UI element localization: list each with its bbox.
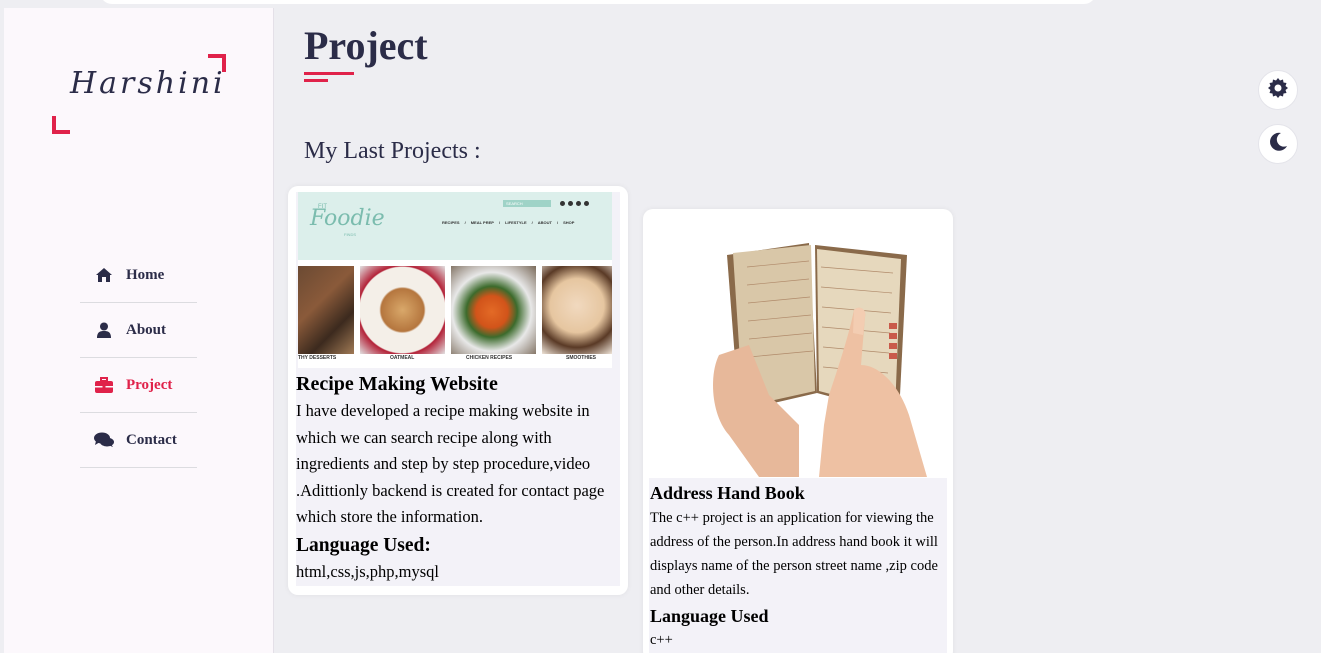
thumb-menu: RECIPES / MEAL PREP / LIFESTYLE / ABOUT / SH… (442, 220, 575, 225)
top-bar (100, 0, 1096, 4)
project-languages: html,css,js,php,mysql (296, 561, 440, 581)
nav-item-label: Contact (126, 431, 177, 448)
project-description: The c++ project is an application for vi… (650, 510, 938, 598)
address-book-image (713, 243, 927, 477)
thumb-brand-sub: FINDS (344, 232, 356, 237)
logo[interactable]: Harshini (52, 54, 226, 134)
settings-button[interactable] (1258, 70, 1298, 110)
briefcase-icon (94, 376, 114, 394)
thumb-social-icons (560, 201, 589, 206)
main-content: Project My Last Projects : FIT Foodie FI… (274, 8, 1321, 653)
logo-text: Harshini (70, 66, 226, 101)
thumb-search: SEARCH (503, 200, 551, 207)
project-image (649, 215, 947, 478)
main-nav: Home About Project Contact (80, 248, 197, 468)
nav-item-project[interactable]: Project (80, 358, 197, 413)
thumb-header: FIT Foodie FINDS SEARCH RECIPES / MEAL P… (298, 192, 612, 260)
thumb-oatmeal-image (360, 266, 445, 354)
gear-icon (1268, 77, 1288, 103)
theme-toggle-button[interactable] (1258, 124, 1298, 164)
project-title: Address Hand Book (650, 483, 805, 503)
moon-icon (1268, 132, 1288, 157)
project-thumbnail: FIT Foodie FINDS SEARCH RECIPES / MEAL P… (298, 192, 612, 368)
project-title: Recipe Making Website (296, 373, 498, 395)
nav-item-about[interactable]: About (80, 303, 197, 358)
nav-item-home[interactable]: Home (80, 248, 197, 303)
home-icon (94, 266, 114, 284)
thumb-smoothie-image (542, 266, 612, 354)
nav-item-label: Project (126, 376, 173, 393)
user-icon (94, 321, 114, 339)
project-languages: c++ (650, 632, 673, 648)
nav-item-label: About (126, 321, 167, 338)
thumb-food-row (298, 266, 612, 354)
project-card-body: Address Hand Book The c++ project is an … (649, 478, 947, 653)
nav-item-label: Home (126, 266, 165, 283)
comments-icon (94, 431, 114, 449)
logo-corner-bottom-left (52, 116, 70, 134)
nav-item-contact[interactable]: Contact (80, 413, 197, 468)
page-title: Project (304, 23, 428, 68)
project-card-body: FIT Foodie FINDS SEARCH RECIPES / MEAL P… (296, 192, 620, 586)
sidebar: Harshini Home About Project Contact (4, 8, 274, 653)
title-underline (304, 72, 354, 82)
project-description: I have developed a recipe making website… (296, 401, 605, 526)
project-card[interactable]: FIT Foodie FINDS SEARCH RECIPES / MEAL P… (288, 186, 628, 595)
project-language-heading: Language Used (650, 606, 769, 626)
thumb-captions: THY DESSERTS OATMEAL CHICKEN RECIPES SMO… (298, 355, 597, 361)
project-card[interactable]: Address Hand Book The c++ project is an … (643, 209, 953, 653)
project-language-heading: Language Used: (296, 534, 431, 556)
thumb-brand: Foodie (310, 206, 385, 231)
thumb-dessert-image (298, 266, 354, 354)
thumb-chicken-image (451, 266, 536, 354)
section-subtitle: My Last Projects : (304, 138, 481, 164)
